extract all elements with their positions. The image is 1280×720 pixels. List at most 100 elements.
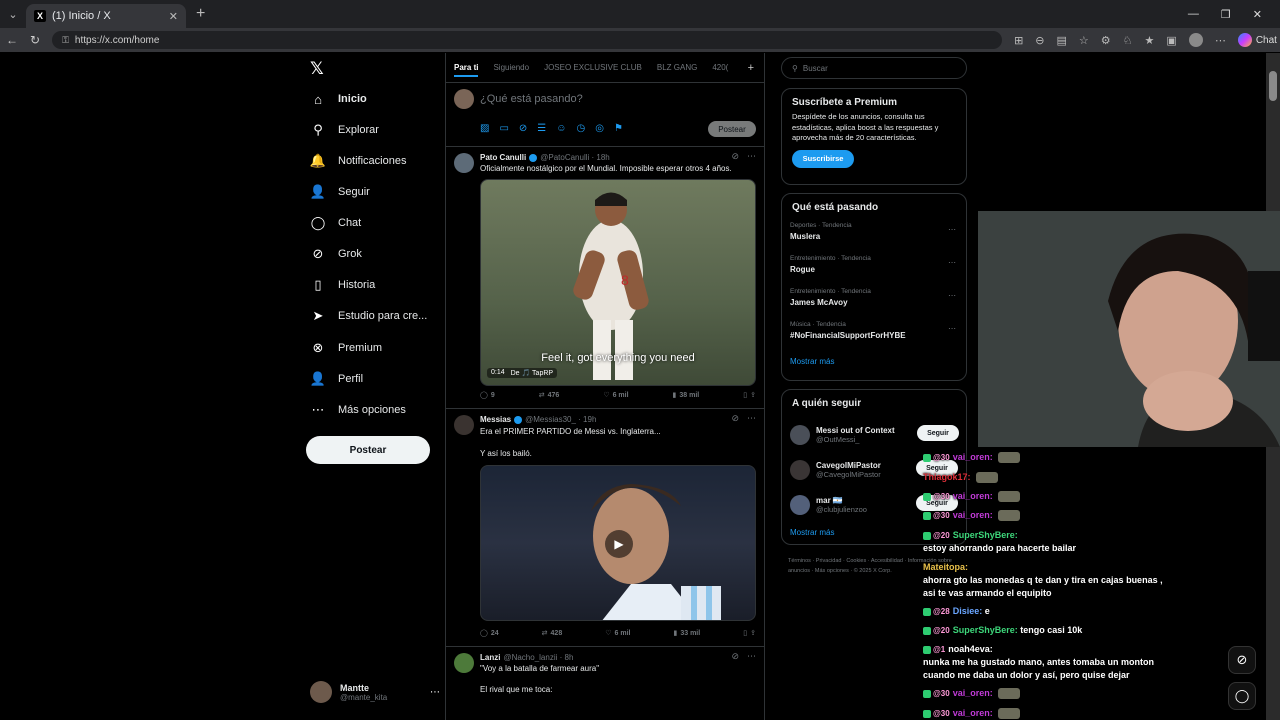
more-icon[interactable]: ⋯ <box>948 258 956 267</box>
nav-item-chat[interactable]: ◯ Chat <box>310 215 362 231</box>
more-icon[interactable]: ⋯ <box>747 651 756 662</box>
reload-icon[interactable]: ↻ <box>30 33 40 47</box>
search-input[interactable]: ⚲ Buscar <box>781 57 967 79</box>
subscribe-button[interactable]: Suscribirse <box>792 149 854 168</box>
tab-list-joseo[interactable]: JOSEO EXCLUSIVE CLUB <box>544 63 642 72</box>
tweet-author[interactable]: Messias <box>480 415 511 424</box>
chat-username[interactable]: noah4eva: <box>948 644 993 654</box>
avatar[interactable] <box>454 153 474 173</box>
compose-input[interactable]: ¿Qué está pasando? <box>480 93 583 105</box>
site-info-icon[interactable]: ⚿ <box>62 35 69 46</box>
chat-username[interactable]: vai_oren: <box>953 452 993 462</box>
extension-icon[interactable]: ⚙ <box>1101 34 1111 47</box>
grok-icon[interactable]: ⊘ <box>731 651 739 662</box>
chat-username[interactable]: Mateitopa: <box>923 562 968 572</box>
nav-item-estudio-para-cre[interactable]: ➤ Estudio para cre... <box>310 308 428 324</box>
avatar[interactable] <box>790 494 810 515</box>
avatar[interactable] <box>454 415 474 435</box>
scroll-thumb[interactable] <box>1269 71 1277 101</box>
nav-item-notificaciones[interactable]: 🔔 Notificaciones <box>310 153 407 169</box>
suggestion-name[interactable]: Messi out of Context <box>816 426 895 435</box>
close-window-icon[interactable]: ✕ <box>1253 8 1262 21</box>
compose-post-button[interactable]: Postear <box>708 121 756 137</box>
grok-icon[interactable]: ⊘ <box>731 413 739 424</box>
tweet-video[interactable]: 8 Feel it, got everything you need 0:14 … <box>480 179 756 386</box>
play-icon[interactable]: ▶ <box>605 530 633 558</box>
tab-list-chevron-icon[interactable]: ⌄ <box>0 0 26 28</box>
nav-item-historia[interactable]: ▯ Historia <box>310 277 375 293</box>
share-icon[interactable]: ⇪ <box>750 629 756 637</box>
gif-icon[interactable]: ▭ <box>499 123 508 134</box>
like-button[interactable]: ♡ 6 mil <box>605 629 630 638</box>
new-tab-icon[interactable]: + <box>196 5 205 23</box>
collections-icon[interactable]: ▣ <box>1166 34 1176 47</box>
grok-icon[interactable]: ⊘ <box>731 151 739 162</box>
poll-icon[interactable]: ☰ <box>537 123 546 134</box>
schedule-icon[interactable]: ◷ <box>576 123 585 134</box>
tweet[interactable]: Messias @Messias30_ · 19h ⊘ ⋯ Era el PRI… <box>446 409 764 647</box>
app-available-icon[interactable]: ⊞ <box>1014 34 1023 47</box>
bookmark-button[interactable]: ▯ ⇪ <box>743 391 756 399</box>
more-icon[interactable]: ⋯ <box>747 413 756 424</box>
profile-avatar[interactable] <box>1188 33 1203 47</box>
trend-item[interactable]: Música · Tendencia #NoFinancialSupportFor… <box>790 318 966 351</box>
trend-item[interactable]: Deportes · Tendencia Muslera ⋯ <box>790 219 966 252</box>
favorites-icon[interactable]: ★ <box>1145 34 1155 47</box>
emoji-icon[interactable]: ☺ <box>556 123 566 134</box>
messages-floating-icon[interactable]: ◯ <box>1228 682 1256 710</box>
more-icon[interactable]: ⋯ <box>948 291 956 300</box>
reply-button[interactable]: ◯ 24 <box>480 629 499 638</box>
views-button[interactable]: ▮ 38 mil <box>673 391 700 400</box>
nav-item-inicio[interactable]: ⌂ Inicio <box>310 91 367 107</box>
more-icon[interactable]: ⋯ <box>747 151 756 162</box>
chat-username[interactable]: vai_oren: <box>953 708 993 718</box>
chat-username[interactable]: vai_oren: <box>953 510 993 520</box>
extensions-icon[interactable]: ♘ <box>1123 34 1133 47</box>
media-icon[interactable]: ▨ <box>480 123 489 134</box>
repost-button[interactable]: ⇄ 476 <box>539 391 560 400</box>
copilot-chat-button[interactable]: Chat <box>1237 33 1277 47</box>
grok-icon[interactable]: ⊘ <box>519 123 527 134</box>
x-logo-icon[interactable]: 𝕏 <box>310 59 324 79</box>
maximize-icon[interactable]: ❐ <box>1221 8 1231 21</box>
tweet-author[interactable]: Pato Canulli <box>480 153 526 162</box>
share-icon[interactable]: ⇪ <box>750 391 756 399</box>
nav-item-perfil[interactable]: 👤 Perfil <box>310 371 363 387</box>
tab-following[interactable]: Siguiendo <box>493 63 529 72</box>
add-tab-icon[interactable]: + <box>748 62 754 74</box>
post-button[interactable]: Postear <box>306 436 430 464</box>
chat-username[interactable]: Disiee: <box>953 606 983 616</box>
tab-list-blz[interactable]: BLZ GANG <box>657 63 697 72</box>
chat-username[interactable]: Thiagok17: <box>923 472 971 482</box>
address-bar[interactable]: ⚿ https://x.com/home <box>52 31 1003 49</box>
back-icon[interactable]: ← <box>6 33 18 47</box>
tab-for-you[interactable]: Para ti <box>454 63 479 77</box>
read-aloud-icon[interactable]: ▤ <box>1057 34 1067 47</box>
nav-item-premium[interactable]: ⊗ Premium <box>310 340 382 356</box>
grok-floating-icon[interactable]: ⊘ <box>1228 646 1256 674</box>
nav-item-grok[interactable]: ⊘ Grok <box>310 246 362 262</box>
suggestion-name[interactable]: CavegolMiPastor <box>816 461 881 470</box>
nav-item-seguir[interactable]: 👤 Seguir <box>310 184 370 200</box>
nav-item-más-opciones[interactable]: ⋯ Más opciones <box>310 402 406 418</box>
more-icon[interactable]: ⋯ <box>948 324 956 333</box>
more-icon[interactable]: ⋯ <box>948 225 956 234</box>
trend-item[interactable]: Entretenimiento · Tendencia James McAvoy ⋯ <box>790 285 966 318</box>
chat-username[interactable]: vai_oren: <box>953 688 993 698</box>
account-switcher[interactable]: Mantte @mante_kita ⋯ <box>310 681 440 703</box>
browser-tab[interactable]: X (1) Inicio / X ✕ <box>26 4 186 28</box>
repost-button[interactable]: ⇄ 428 <box>542 629 563 638</box>
avatar[interactable] <box>790 424 810 445</box>
favorite-star-icon[interactable]: ☆ <box>1079 34 1089 47</box>
follow-button-overlay-1[interactable]: Seguir <box>917 425 959 441</box>
tweet-author[interactable]: Lanzi <box>480 653 500 662</box>
chat-username[interactable]: SuperShyBere: <box>953 625 1018 635</box>
avatar[interactable] <box>790 459 810 480</box>
tweet[interactable]: Lanzi @Nacho_lanzii · 8h ⊘ ⋯ "Voy a la b… <box>446 647 764 720</box>
bookmark-button[interactable]: ▯ ⇪ <box>743 629 756 637</box>
show-more-link[interactable]: Mostrar más <box>790 357 966 366</box>
tweet-video[interactable]: ▶ <box>480 465 756 621</box>
close-tab-icon[interactable]: ✕ <box>169 10 178 23</box>
tab-list-420[interactable]: 420( <box>712 63 728 72</box>
minimize-icon[interactable]: — <box>1188 8 1199 21</box>
